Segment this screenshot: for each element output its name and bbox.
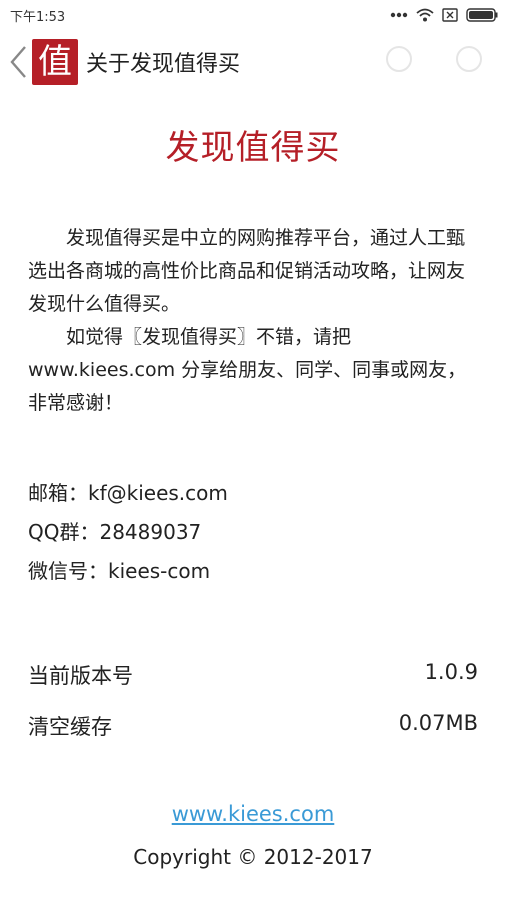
copyright-text: Copyright © 2012-2017 <box>133 845 373 869</box>
intro-paragraph-2: 如觉得〖发现值得买〗不错，请把www.kiees.com 分享给朋友、同学、同事… <box>28 326 467 414</box>
sim-card-icon <box>442 8 458 22</box>
clear-cache-label: 清空缓存 <box>28 715 112 739</box>
chevron-left-icon <box>10 46 26 78</box>
app-name-heading: 发现值得买 <box>165 128 341 168</box>
more-dots-icon <box>390 12 408 18</box>
settings-icon <box>456 46 482 72</box>
wechat-row: 微信号：kiees-com <box>28 559 211 583</box>
email-row: 邮箱：kf@kiees.com <box>28 481 228 505</box>
intro-text: 发现值得买是中立的网购推荐平台，通过人工甄选出各商城的高性价比商品和促销活动攻略… <box>28 222 480 420</box>
qq-group-row: QQ群：28489037 <box>28 520 202 544</box>
version-label: 当前版本号 <box>28 664 133 688</box>
intro-paragraph-1: 发现值得买是中立的网购推荐平台，通过人工甄选出各商城的高性价比商品和促销活动攻略… <box>28 227 466 315</box>
status-bar: 下午1:53 <box>0 0 506 30</box>
header: 值 关于发现值得买 <box>0 34 506 90</box>
app-logo: 值 <box>32 39 78 85</box>
header-faded-icons <box>384 44 484 74</box>
website-link[interactable]: www.kiees.com <box>0 802 506 826</box>
status-icons <box>390 8 498 22</box>
wifi-icon <box>416 8 434 22</box>
clear-cache-row[interactable]: 清空缓存 0.07MB <box>28 711 478 741</box>
back-button[interactable] <box>4 38 32 86</box>
version-row: 当前版本号 1.0.9 <box>28 660 478 690</box>
message-icon <box>386 46 412 72</box>
page-title: 关于发现值得买 <box>86 52 241 77</box>
battery-icon <box>466 8 498 22</box>
cache-size-value: 0.07MB <box>398 711 478 735</box>
status-time: 下午1:53 <box>10 9 66 25</box>
contact-info: 邮箱：kf@kiees.com QQ群：28489037 微信号：kiees-c… <box>28 474 228 591</box>
version-value: 1.0.9 <box>424 660 478 684</box>
